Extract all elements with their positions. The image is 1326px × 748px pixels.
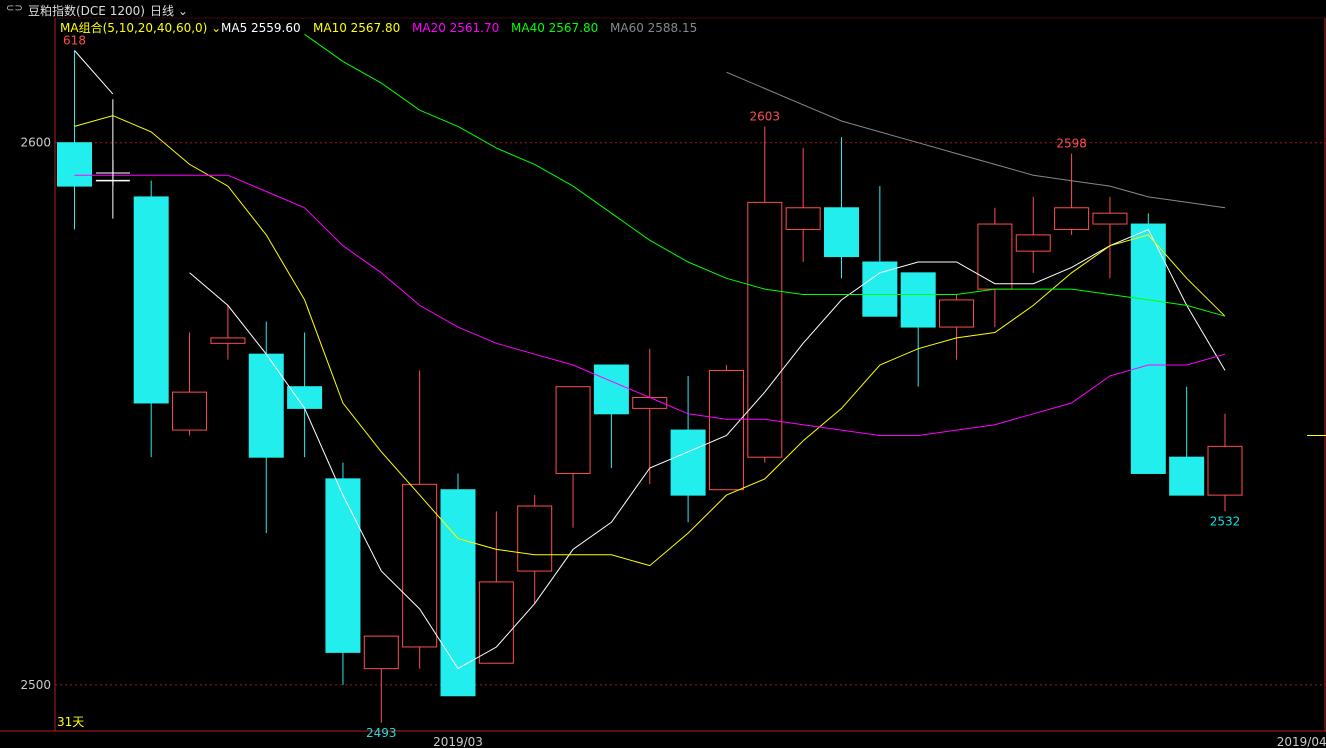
y-tick-label: 2500 [20,678,51,692]
candle [862,186,898,317]
candle-body [593,364,629,415]
candle [402,370,438,669]
candle [1015,196,1051,273]
candle-body [862,261,898,317]
candle-body [172,391,208,431]
candle-body [1169,456,1205,496]
ma-legend-item: MA40 2567.80 [511,21,598,35]
x-tick-label: 2019/04 [1277,735,1326,748]
candle [670,375,706,523]
candle [939,294,975,360]
ma-group-selector[interactable]: MA组合(5,10,20,40,60,0) ⌄ [60,20,221,35]
candle [785,148,821,262]
candle-body [708,369,744,491]
extreme-value-label: 2603 [750,109,781,123]
candle-body [977,223,1013,290]
candle [287,332,323,458]
ma-legend-item: MA5 2559.60 [221,21,301,35]
candle-body [440,489,476,697]
candle [632,348,668,485]
extreme-value-label: 2598 [1056,137,1087,151]
candle-body [824,207,859,258]
candlestick-chart[interactable]: 2500 2600 2019/03 2019/04 618 2603 2598 2493 253… [0,0,1326,748]
candle [747,126,783,463]
x-tick-label: 2019/03 [433,735,483,748]
extreme-value-label: 2532 [1210,514,1241,528]
candle [1054,153,1090,235]
candle [57,50,92,230]
candle [708,365,744,491]
candle-body [210,337,246,344]
candle-body [517,505,553,572]
candle-body [1130,223,1166,474]
candle [210,305,246,360]
candle [977,207,1013,328]
candle-body [287,386,323,409]
candle [900,272,936,387]
extreme-value-label: 2493 [366,726,397,740]
candle [593,364,629,469]
candle [95,99,130,219]
candle-body [1054,207,1090,230]
candle [1169,386,1205,496]
candle [172,332,208,436]
ma-legend: MA组合(5,10,20,40,60,0) ⌄ MA5 2559.60 MA10 2… [60,20,697,35]
candle-body [900,272,936,328]
candle-body [133,196,169,404]
y-tick-label: 2600 [20,136,51,150]
candle-body [785,207,821,230]
extreme-value-label: 618 [63,34,86,48]
ma-legend-item: MA60 2588.15 [610,21,697,35]
candle [555,386,591,528]
candle [824,137,859,279]
candle-body [670,429,706,496]
candle-body [325,478,361,653]
candle-body [1207,445,1243,496]
candle [478,511,514,664]
candle-body [939,299,975,328]
candle-body [248,353,284,458]
candle-body [1015,234,1051,252]
candle [133,180,169,458]
ma-line-ma60 [726,71,1226,209]
candle [1092,196,1128,279]
candle [1207,413,1243,512]
candle-body [555,386,591,474]
range-label: 31天 [57,715,84,729]
candle-body [57,142,92,187]
candle-body [478,581,514,664]
candle [363,635,399,723]
ma-legend-item: MA10 2567.80 [313,21,400,35]
candle-body [363,635,399,670]
ma-legend-item: MA20 2561.70 [412,21,499,35]
candle-body [1092,212,1128,225]
